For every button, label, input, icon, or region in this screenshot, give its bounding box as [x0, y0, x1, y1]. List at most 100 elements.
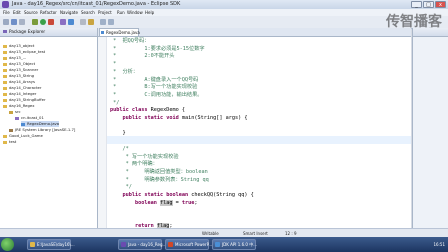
tree-item-src[interactable]: src	[9, 109, 21, 115]
menu-help[interactable]: Help	[145, 9, 154, 16]
tree-item-label: day13_object	[9, 43, 35, 48]
menu-edit[interactable]: Edit	[13, 9, 21, 16]
task-label: Microsoft PowerP...	[175, 242, 213, 247]
outline-panel	[412, 28, 448, 237]
minimize-button[interactable]: _	[411, 1, 422, 8]
tree-item-day14-integer[interactable]: day14_Integer	[3, 91, 36, 97]
task-label: JDK API 1.6.0 中...	[222, 242, 258, 247]
tree-item-label: day13_...	[9, 55, 27, 60]
tree-item-day13-eclipse-test[interactable]: day13_eclipse_test	[3, 49, 45, 55]
start-button[interactable]	[1, 238, 14, 251]
code-line: * 2:0不能开头	[110, 53, 175, 60]
tree-item-test[interactable]: test	[3, 139, 16, 145]
menu-refactor[interactable]: Refactor	[40, 9, 57, 16]
menu-file[interactable]: File	[3, 9, 10, 16]
tree-item-label: day16_Regex	[9, 103, 35, 108]
task-label: Java - day16_Reg...	[128, 242, 167, 247]
task-powerpoint[interactable]: Microsoft PowerP...	[165, 239, 213, 250]
tree-item-day14-character[interactable]: day14_Character	[3, 85, 41, 91]
menu-bar: File Edit Source Refactor Navigate Searc…	[0, 9, 448, 16]
powerpoint-icon	[168, 242, 173, 247]
tree-item-label: src	[15, 109, 21, 114]
project-icon	[3, 44, 7, 48]
project-icon	[3, 50, 7, 54]
project-icon	[3, 86, 7, 90]
tree-item-label: day13_Object	[9, 61, 36, 66]
tree-item-regexdemo-java[interactable]: RegexDemo.java	[21, 121, 60, 127]
tree-item-package[interactable]: cn.itcast_01	[15, 115, 44, 121]
open-type-icon[interactable]	[88, 19, 94, 25]
project-icon	[3, 92, 7, 96]
close-button[interactable]: x	[435, 1, 446, 8]
tree-item-day13-scanner[interactable]: day13_Scanner	[3, 67, 38, 73]
code-line: }	[110, 130, 126, 137]
tree-item-label: day14_Integer	[9, 91, 37, 96]
project-icon	[3, 74, 7, 78]
code-area[interactable]: * 把QQ号码： * 1:要求必须是5-15位数字 * 2:0不能开头 * * …	[110, 37, 410, 237]
run-icon[interactable]	[40, 19, 46, 25]
project-icon	[3, 98, 7, 102]
line-gutter	[98, 37, 107, 237]
tree-item-label: RegexDemo.java	[27, 121, 60, 126]
project-icon	[3, 68, 7, 72]
tree-item-label: day13_Scanner	[9, 67, 39, 72]
forward-icon[interactable]	[108, 19, 114, 25]
package-explorer-tab[interactable]: Package Explorer	[0, 28, 97, 37]
tab-label: RegexDemo.java	[106, 30, 140, 35]
project-icon	[3, 134, 7, 138]
tree-item-day14-arrays[interactable]: day14_Arrays	[3, 79, 35, 85]
package-icon	[15, 116, 19, 120]
taskbar-clock: 16:51	[433, 242, 445, 247]
tree-item-label: Good_Luck_Game	[9, 133, 43, 138]
maximize-button[interactable]: □	[423, 1, 434, 8]
task-jdk-api[interactable]: JDK API 1.6.0 中...	[212, 239, 258, 250]
tree-item-label: JRE System Library [JavaSE-1.7]	[15, 127, 76, 132]
tree-item-label: cn.itcast_01	[21, 115, 44, 120]
tree-item-day13-string[interactable]: day13_String	[3, 73, 34, 79]
tree-item-label: day14_Character	[9, 85, 42, 90]
new-package-icon[interactable]	[60, 19, 66, 25]
new-class-icon[interactable]	[68, 19, 74, 25]
tree-item-day15-stringbuffer[interactable]: day15_StringBuffer	[3, 97, 46, 103]
title-bar: Java - day16_Regex/src/cn/itcast_01/Rege…	[0, 0, 448, 9]
java-file-icon	[101, 31, 104, 34]
tree-item-day13-object-2[interactable]: day13_Object	[3, 61, 35, 67]
back-icon[interactable]	[100, 19, 106, 25]
tree-item-day13-misc[interactable]: day13_...	[3, 55, 26, 61]
tree-item-good-luck-game[interactable]: Good_Luck_Game	[3, 133, 43, 139]
tree-item-label: test	[9, 139, 17, 144]
package-explorer: Package Explorer day13_object day13_ecli…	[0, 28, 98, 237]
tree-item-label: day15_StringBuffer	[9, 97, 46, 102]
menu-navigate[interactable]: Navigate	[60, 9, 78, 16]
java-file-icon	[21, 122, 25, 126]
tree-item-label: day14_Arrays	[9, 79, 35, 84]
package-explorer-title: Package Explorer	[9, 29, 46, 34]
task-explorer[interactable]: E:\JavaSE\day16\...	[27, 239, 75, 250]
tree-item-label: day13_String	[9, 73, 35, 78]
outline-tab[interactable]	[413, 28, 448, 37]
menu-run[interactable]: Run	[117, 9, 125, 16]
code-line: * C:调用功能，输出结果。	[110, 91, 203, 98]
task-label: E:\JavaSE\day16\...	[37, 242, 75, 247]
tab-regexdemo-java[interactable]: RegexDemo.java	[99, 28, 140, 36]
project-icon	[3, 56, 7, 60]
tree-item-day13-object[interactable]: day13_object	[3, 43, 34, 49]
code-line: public static void main(String[] args) {	[122, 115, 248, 121]
save-icon[interactable]	[11, 19, 17, 25]
tree-item-jre-library[interactable]: JRE System Library [JavaSE-1.7]	[9, 127, 75, 133]
folder-icon	[30, 242, 35, 247]
menu-window[interactable]: Window	[127, 9, 143, 16]
source-folder-icon	[9, 110, 13, 114]
tree-item-day16-regex[interactable]: day16_Regex	[3, 103, 34, 109]
new-icon[interactable]	[3, 19, 9, 25]
debug-icon[interactable]	[32, 19, 38, 25]
menu-source[interactable]: Source	[24, 9, 38, 16]
external-tools-icon[interactable]	[48, 19, 54, 25]
print-icon[interactable]	[19, 19, 25, 25]
search-icon[interactable]	[80, 19, 86, 25]
menu-project[interactable]: Project	[98, 9, 112, 16]
task-eclipse[interactable]: Java - day16_Reg...	[118, 239, 166, 250]
menu-search[interactable]: Search	[81, 9, 95, 16]
code-line: boolean flag = true;	[135, 199, 198, 206]
eclipse-icon	[2, 1, 9, 8]
